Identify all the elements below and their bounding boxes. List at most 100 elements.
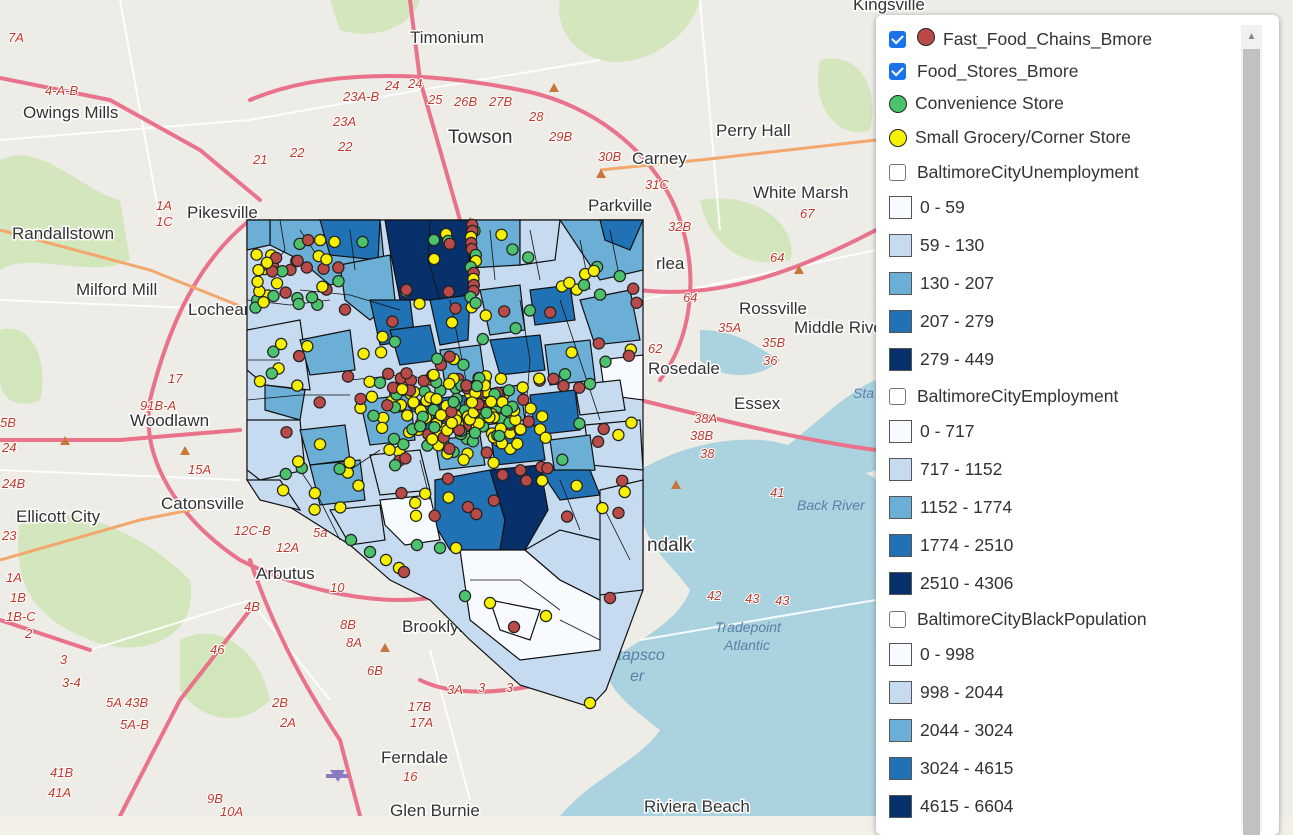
fast-food-marker[interactable] — [544, 306, 557, 319]
fast-food-marker[interactable] — [399, 452, 412, 465]
fast-food-marker[interactable] — [400, 367, 413, 380]
fast-food-marker[interactable] — [520, 474, 533, 487]
fast-food-marker[interactable] — [428, 509, 441, 522]
corner-store-marker[interactable] — [292, 455, 305, 468]
convenience-store-marker[interactable] — [267, 289, 280, 303]
corner-store-marker[interactable] — [443, 377, 456, 390]
fast-food-marker[interactable] — [381, 399, 394, 412]
convenience-store-marker[interactable] — [433, 541, 447, 555]
fast-food-marker[interactable] — [442, 285, 455, 298]
layer-checkbox[interactable] — [889, 31, 906, 48]
layer-toggle-baltimorecityblackpopulation[interactable]: BaltimoreCityBlackPopulation — [889, 609, 1147, 630]
convenience-store-marker[interactable] — [458, 589, 472, 603]
fast-food-marker[interactable] — [557, 379, 570, 393]
fast-food-marker[interactable] — [449, 302, 462, 315]
convenience-store-marker[interactable] — [613, 269, 627, 283]
corner-store-marker[interactable] — [401, 409, 414, 422]
corner-store-marker[interactable] — [357, 347, 370, 360]
convenience-store-marker[interactable] — [457, 358, 470, 371]
fast-food-marker[interactable] — [487, 494, 501, 507]
corner-store-marker[interactable] — [430, 392, 443, 406]
convenience-store-marker[interactable] — [480, 406, 493, 419]
convenience-store-marker[interactable] — [500, 404, 513, 417]
corner-store-marker[interactable] — [511, 437, 524, 450]
corner-store-marker[interactable] — [379, 553, 393, 567]
corner-store-marker[interactable] — [516, 381, 529, 394]
fast-food-marker[interactable] — [514, 464, 527, 477]
layer-checkbox[interactable] — [889, 164, 906, 181]
fast-food-marker[interactable] — [573, 381, 586, 394]
corner-store-marker[interactable] — [383, 443, 396, 456]
corner-store-marker[interactable] — [365, 390, 379, 403]
convenience-store-marker[interactable] — [502, 384, 516, 397]
corner-store-marker[interactable] — [625, 416, 638, 429]
convenience-store-marker[interactable] — [279, 467, 292, 481]
scroll-up-arrow-icon[interactable]: ▲ — [1241, 25, 1262, 47]
fast-food-marker[interactable] — [522, 415, 535, 428]
corner-store-marker[interactable] — [457, 453, 470, 466]
corner-store-marker[interactable] — [565, 346, 578, 359]
fast-food-marker[interactable] — [279, 286, 292, 299]
fast-food-marker[interactable] — [541, 462, 554, 475]
corner-store-marker[interactable] — [257, 296, 270, 309]
fast-food-marker[interactable] — [341, 370, 355, 383]
corner-store-marker[interactable] — [479, 309, 492, 322]
convenience-store-marker[interactable] — [447, 395, 460, 409]
corner-store-marker[interactable] — [328, 235, 341, 249]
corner-store-marker[interactable] — [407, 396, 420, 409]
corner-store-marker[interactable] — [426, 433, 439, 446]
fast-food-marker[interactable] — [603, 591, 617, 605]
fast-food-marker[interactable] — [382, 367, 395, 380]
corner-store-marker[interactable] — [596, 501, 609, 515]
fast-food-marker[interactable] — [313, 396, 326, 409]
corner-store-marker[interactable] — [253, 375, 267, 388]
convenience-store-marker[interactable] — [292, 297, 305, 311]
layer-checkbox[interactable] — [889, 388, 906, 405]
fast-food-marker[interactable] — [280, 426, 293, 439]
corner-store-marker[interactable] — [363, 375, 376, 388]
fast-food-marker[interactable] — [443, 442, 456, 455]
fast-food-marker[interactable] — [496, 468, 509, 482]
fast-food-marker[interactable] — [397, 565, 411, 579]
fast-food-marker[interactable] — [332, 261, 345, 274]
fast-food-marker[interactable] — [443, 350, 456, 363]
corner-store-marker[interactable] — [449, 541, 463, 555]
fast-food-marker[interactable] — [338, 303, 352, 316]
corner-store-marker[interactable] — [536, 410, 549, 423]
convenience-store-marker[interactable] — [523, 304, 537, 317]
corner-store-marker[interactable] — [409, 509, 423, 522]
fast-food-marker[interactable] — [630, 296, 643, 309]
corner-store-marker[interactable] — [427, 252, 441, 266]
fast-food-marker[interactable] — [560, 510, 574, 523]
corner-store-marker[interactable] — [313, 438, 327, 451]
fast-food-marker[interactable] — [592, 337, 606, 350]
corner-store-marker[interactable] — [539, 431, 552, 444]
layer-toggle-baltimorecityemployment[interactable]: BaltimoreCityEmployment — [889, 386, 1118, 407]
fast-food-marker[interactable] — [291, 254, 304, 267]
fast-food-marker[interactable] — [498, 305, 511, 318]
convenience-store-marker[interactable] — [265, 367, 278, 380]
corner-store-marker[interactable] — [276, 484, 290, 497]
corner-store-marker[interactable] — [445, 416, 458, 430]
convenience-store-marker[interactable] — [431, 352, 444, 365]
convenience-store-marker[interactable] — [367, 409, 380, 422]
corner-store-marker[interactable] — [251, 275, 264, 288]
convenience-store-marker[interactable] — [593, 288, 607, 301]
corner-store-marker[interactable] — [352, 479, 365, 492]
fast-food-marker[interactable] — [292, 349, 306, 363]
fast-food-marker[interactable] — [460, 379, 473, 392]
corner-store-marker[interactable] — [539, 609, 553, 623]
corner-store-marker[interactable] — [434, 408, 448, 422]
convenience-store-marker[interactable] — [373, 376, 387, 389]
corner-store-marker[interactable] — [419, 487, 432, 500]
corner-store-marker[interactable] — [308, 486, 322, 500]
fast-food-marker[interactable] — [301, 233, 315, 247]
corner-store-marker[interactable] — [612, 428, 625, 442]
fast-food-marker[interactable] — [441, 472, 455, 485]
convenience-store-marker[interactable] — [476, 332, 489, 346]
fast-food-marker[interactable] — [443, 237, 456, 250]
fast-food-marker[interactable] — [354, 392, 367, 406]
convenience-store-marker[interactable] — [344, 533, 358, 547]
corner-store-marker[interactable] — [316, 280, 329, 293]
scroll-thumb[interactable] — [1243, 49, 1260, 835]
